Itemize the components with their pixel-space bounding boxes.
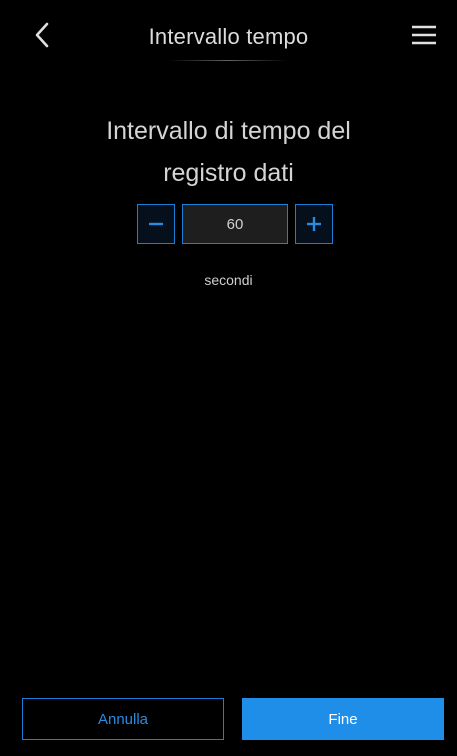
- header: Intervallo tempo: [0, 0, 457, 84]
- cancel-button[interactable]: Annulla: [22, 698, 224, 740]
- decrement-button[interactable]: [137, 204, 175, 244]
- heading-line-2: registro dati: [163, 159, 294, 187]
- menu-button[interactable]: [409, 20, 439, 50]
- interval-stepper: 60: [137, 204, 333, 246]
- title-underline: [168, 60, 288, 61]
- interval-value-field[interactable]: 60: [182, 204, 288, 244]
- minus-icon: [149, 222, 163, 226]
- heading-line-1: Intervallo di tempo del: [106, 117, 351, 145]
- page-title: Intervallo tempo: [148, 24, 309, 49]
- screen: Intervallo tempo Intervallo di tempo del…: [0, 0, 457, 756]
- unit-label: secondi: [204, 272, 253, 288]
- section-heading: Intervallo di tempo del registro dati: [0, 110, 457, 194]
- done-button[interactable]: Fine: [242, 698, 444, 740]
- plus-icon: [307, 217, 321, 231]
- hamburger-menu-icon: [412, 25, 436, 45]
- increment-button[interactable]: [295, 204, 333, 244]
